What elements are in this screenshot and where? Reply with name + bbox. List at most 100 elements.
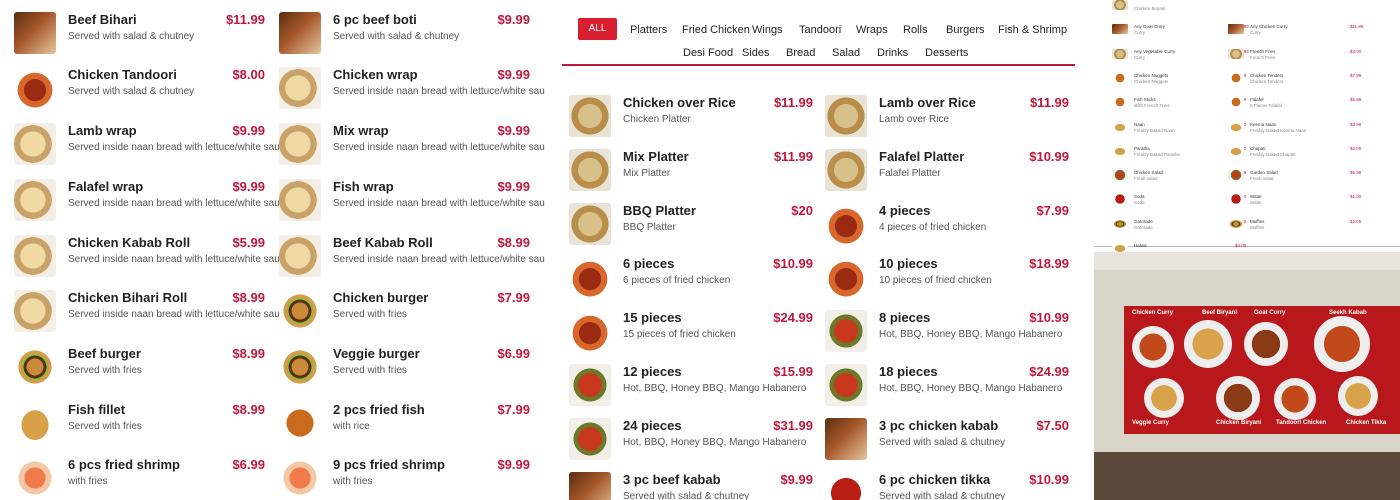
food-plate-photo [1338, 376, 1378, 416]
tab-desi-food[interactable]: Desi Food [683, 47, 733, 59]
tab-tandoori[interactable]: Tandoori [799, 24, 841, 36]
menu-item[interactable]: Lamb wrap Served inside naan bread with l… [14, 117, 290, 173]
item-name: Falafel wrap [68, 178, 144, 194]
menu-item[interactable]: Chicken burger Served with fries $7.99 [279, 284, 530, 340]
item-description: Served inside naan bread with lettuce/wh… [68, 309, 291, 321]
tab-all[interactable]: ALL [578, 18, 617, 40]
menu-item[interactable]: Chicken over Rice Chicken Platter $11.99 [569, 89, 813, 145]
menu-item[interactable]: Chicken Bihari Roll Served inside naan br… [14, 284, 290, 340]
menu-item[interactable]: Lamb over Rice Lamb over Rice $11.99 [825, 89, 1069, 145]
menu-item[interactable]: Mix Platter Mix Platter $11.99 [569, 143, 813, 199]
tab-drinks[interactable]: Drinks [877, 47, 908, 59]
menu-item[interactable]: Chicken Tandoori Served with salad & chut… [14, 61, 265, 117]
menu-item[interactable]: 6 pc chicken tikka Served with salad & ch… [825, 466, 1069, 500]
menu-image-item-price: $4.00 [1235, 243, 1247, 248]
menu-item[interactable]: Beef burger Served with fries $8.99 [14, 340, 265, 396]
food-thumbnail [569, 256, 611, 299]
menu-item[interactable]: 8 pieces Hot, BBQ, Honey BBQ, Mango Haban… [825, 304, 1069, 360]
menu-photo-thumb [1112, 121, 1128, 132]
item-price: $11.99 [225, 11, 265, 27]
tab-platters[interactable]: Platters [630, 24, 667, 36]
food-thumbnail [825, 310, 867, 353]
menu-item[interactable]: 10 pieces 10 pieces of fried chicken $18.9… [825, 250, 1069, 306]
menu-item[interactable]: 3 pc beef kabab Served with salad & chutn… [569, 466, 813, 500]
tab-fish-shrimp[interactable]: Fish & Shrimp [998, 24, 1067, 36]
menu-image-item-price: $2.00 [1350, 145, 1362, 151]
item-name: Falafel Platter [879, 148, 965, 164]
item-name: Chicken Bihari Roll [68, 290, 188, 306]
item-price: $8.99 [497, 234, 530, 250]
food-thumbnail [279, 11, 321, 54]
menu-item[interactable]: Falafel Platter Falafel Platter $10.99 [825, 143, 1069, 199]
item-price: $9.99 [780, 471, 813, 487]
tab-wings[interactable]: Wings [752, 24, 783, 36]
menu-item[interactable]: Fish wrap Served inside naan bread with l… [279, 173, 545, 229]
menu-item[interactable]: Beef Kabab Roll Served inside naan bread … [279, 229, 545, 285]
item-name: 9 pcs fried shrimp [333, 457, 445, 473]
menu-image-item-desc: Curry [1134, 54, 1145, 60]
item-description: 10 pieces of fried chicken [879, 275, 992, 287]
menu-item[interactable]: 12 pieces Hot, BBQ, Honey BBQ, Mango Haba… [569, 358, 813, 414]
menu-item[interactable]: BBQ Platter BBQ Platter $20 [569, 197, 813, 253]
menu-image-item-price: $11.99 [1350, 24, 1364, 30]
item-price: $11.99 [773, 148, 813, 164]
food-plate-photo [1216, 376, 1260, 420]
menu-item[interactable]: Veggie burger Served with fries $6.99 [279, 340, 530, 396]
tab-desserts[interactable]: Desserts [925, 47, 968, 59]
item-description: Lamb over Rice [879, 114, 950, 125]
item-description: Chicken Platter [623, 114, 691, 125]
menu-photo-thumb [1228, 24, 1244, 35]
item-price: $10.99 [1029, 310, 1069, 326]
center-menu-column: ALL Platters Fried Chicken Wings Tandoori Wra… [562, 0, 1075, 500]
menu-item[interactable]: 15 pieces 15 pieces of fried chicken $24.9… [569, 304, 813, 360]
item-description: with fries [333, 476, 373, 488]
tab-burgers[interactable]: Burgers [946, 24, 985, 36]
menu-image-item-name: Keema Naan [1250, 121, 1277, 127]
item-name: Chicken Tandoori [68, 67, 177, 83]
item-description: BBQ Platter [623, 221, 676, 233]
item-description: Served with salad & chutney [68, 30, 195, 42]
item-description: Mix Platter [623, 167, 671, 179]
food-plate-photo [1184, 320, 1232, 368]
menu-image-item-price: $7.99 [1350, 72, 1362, 78]
menu-image-item-price: $2.00 [1350, 218, 1362, 224]
food-thumbnail [569, 202, 611, 245]
menu-item[interactable]: 2 pcs fried fish with rice $7.99 [279, 396, 530, 452]
menu-item[interactable]: 6 pieces 6 pieces of fried chicken $10.99 [569, 250, 813, 306]
menu-item[interactable]: 6 pcs fried shrimp with fries $6.99 [14, 451, 265, 500]
menu-image-item-desc: Freshly Baked Paratha [1134, 151, 1180, 157]
tab-rolls[interactable]: Rolls [903, 24, 927, 36]
banner-dish-label: Tandoori Chicken [1276, 420, 1327, 426]
item-price: $9.99 [497, 178, 530, 194]
menu-item[interactable]: Chicken wrap Served inside naan bread wit… [279, 61, 545, 117]
menu-item[interactable]: 18 pieces Hot, BBQ, Honey BBQ, Mango Haba… [825, 358, 1069, 414]
menu-item[interactable]: Falafel wrap Served inside naan bread wit… [14, 173, 290, 229]
tab-bread[interactable]: Bread [786, 47, 815, 59]
food-thumbnail [825, 471, 867, 500]
menu-image-item-name: Muffins [1250, 218, 1265, 224]
tab-salad[interactable]: Salad [832, 47, 860, 59]
tab-sides[interactable]: Sides [742, 47, 770, 59]
item-price: $9.99 [497, 67, 530, 83]
menu-item[interactable]: 9 pcs fried shrimp with fries $9.99 [279, 451, 530, 500]
menu-item[interactable]: 24 pieces Hot, BBQ, Honey BBQ, Mango Haba… [569, 412, 813, 468]
tab-fried-chicken[interactable]: Fried Chicken [682, 24, 750, 36]
food-thumbnail [14, 401, 56, 444]
menu-image-item-name: Chicken Salad [1134, 170, 1164, 176]
menu-photo-thumb [1228, 72, 1244, 83]
menu-item[interactable]: Beef Bihari Served with salad & chutney $1… [14, 6, 265, 62]
item-name: 3 pc chicken kabab [879, 417, 999, 433]
item-price: $8.99 [232, 345, 265, 361]
menu-item[interactable]: Chicken Kabab Roll Served inside naan bre… [14, 229, 290, 285]
menu-item[interactable]: Fish fillet Served with fries $8.99 [14, 396, 265, 452]
banner-dish-label: Goat Curry [1254, 310, 1286, 316]
menu-image-item-name: French Fries [1250, 48, 1276, 54]
menu-item[interactable]: 4 pieces 4 pieces of fried chicken $7.99 [825, 197, 1069, 253]
item-name: 12 pieces [623, 364, 682, 379]
menu-item[interactable]: 3 pc chicken kabab Served with salad & ch… [825, 412, 1069, 468]
tab-wraps[interactable]: Wraps [856, 24, 888, 36]
menu-image-item-name: Chicken Nuggets [1134, 72, 1169, 78]
menu-item[interactable]: 6 pc beef boti Served with salad & chutne… [279, 6, 530, 62]
menu-item[interactable]: Mix wrap Served inside naan bread with le… [279, 117, 545, 173]
menu-photo-thumb [1228, 48, 1244, 59]
